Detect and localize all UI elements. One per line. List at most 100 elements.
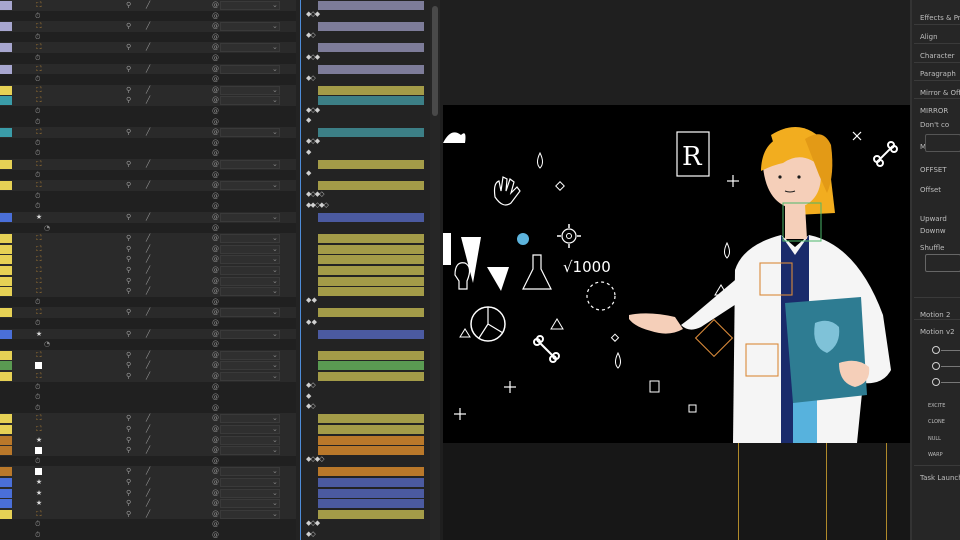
quality-switch-icon[interactable]: ╱ (146, 212, 150, 223)
pickwhip-icon[interactable]: @ (212, 32, 219, 43)
chevron-down-icon[interactable]: ⌄ (272, 350, 278, 361)
chevron-down-icon[interactable]: ⌄ (272, 42, 278, 53)
pickwhip-icon[interactable]: @ (212, 466, 219, 477)
stopwatch-icon[interactable]: ⏱ (35, 530, 40, 540)
composition-canvas[interactable]: √1000 R (443, 105, 910, 443)
quality-switch-icon[interactable]: ╱ (146, 424, 150, 435)
shy-switch-icon[interactable]: ⚲ (126, 445, 131, 456)
path-icon[interactable]: ◔ (44, 339, 50, 350)
chevron-down-icon[interactable]: ⌄ (272, 127, 278, 138)
quality-switch-icon[interactable]: ╱ (146, 350, 150, 361)
property-row[interactable]: ◔ @ (0, 339, 296, 350)
keyframe-markers[interactable]: ◆ (306, 148, 311, 156)
character-tab[interactable]: Character (920, 52, 955, 60)
chevron-down-icon[interactable]: ⌄ (272, 265, 278, 276)
keyframe-markers[interactable]: ◆◇◆◇ (306, 190, 325, 198)
stopwatch-icon[interactable]: ⏱ (35, 318, 40, 329)
label-color-swatch[interactable] (0, 85, 12, 95)
motion-v2-title[interactable]: Motion v2 (920, 328, 955, 336)
label-color-swatch[interactable] (0, 96, 12, 106)
quality-switch-icon[interactable]: ╱ (146, 95, 150, 106)
shy-switch-icon[interactable]: ⚲ (126, 0, 131, 11)
chevron-down-icon[interactable]: ⌄ (272, 64, 278, 75)
composition-viewer[interactable]: √1000 R (440, 0, 910, 540)
layer-row[interactable]: ⛶ ⚲ ╱ @ ⌄ (0, 424, 296, 435)
property-row[interactable]: ⏱ @ (0, 10, 296, 22)
pickwhip-icon[interactable]: @ (212, 265, 219, 276)
upward-radio-label[interactable]: Upward (920, 215, 947, 223)
shy-switch-icon[interactable]: ⚲ (126, 244, 131, 255)
layer-row[interactable]: ⛶ ⚲ ╱ @ ⌄ (0, 349, 296, 361)
keyframe-markers[interactable]: ◆◇ (306, 530, 316, 538)
pickwhip-icon[interactable]: @ (212, 127, 219, 138)
layer-duration-bar[interactable] (318, 160, 424, 169)
stopwatch-icon[interactable]: ⏱ (35, 456, 40, 467)
pickwhip-icon[interactable]: @ (212, 519, 219, 530)
chevron-down-icon[interactable]: ⌄ (272, 180, 278, 191)
pickwhip-icon[interactable]: @ (212, 85, 219, 96)
label-color-swatch[interactable] (0, 181, 12, 191)
pickwhip-icon[interactable]: @ (212, 339, 219, 350)
clone-button[interactable]: CLONE (928, 419, 945, 425)
quality-switch-icon[interactable]: ╱ (146, 159, 150, 170)
shy-switch-icon[interactable]: ⚲ (126, 127, 131, 138)
quality-switch-icon[interactable]: ╱ (146, 498, 150, 509)
shy-switch-icon[interactable]: ⚲ (126, 95, 131, 106)
chevron-down-icon[interactable]: ⌄ (272, 445, 278, 456)
layer-duration-bar[interactable] (318, 509, 424, 519)
label-color-swatch[interactable] (0, 488, 12, 498)
stopwatch-icon[interactable]: ⏱ (35, 382, 40, 393)
quality-switch-icon[interactable]: ╱ (146, 21, 150, 32)
quality-switch-icon[interactable]: ╱ (146, 233, 150, 244)
parent-dropdown[interactable] (220, 287, 280, 297)
property-row[interactable]: ◔ @ (0, 222, 296, 234)
pickwhip-icon[interactable]: @ (212, 498, 219, 509)
shy-switch-icon[interactable]: ⚲ (126, 488, 131, 499)
layer-duration-bar[interactable] (318, 350, 424, 360)
parent-dropdown[interactable] (220, 499, 280, 509)
pickwhip-icon[interactable]: @ (212, 350, 219, 361)
parent-dropdown[interactable] (220, 425, 280, 434)
chevron-down-icon[interactable]: ⌄ (272, 0, 278, 11)
layer-duration-bar[interactable] (318, 478, 424, 487)
pickwhip-icon[interactable]: @ (212, 286, 219, 297)
pickwhip-icon[interactable]: @ (212, 170, 219, 181)
mirror-section[interactable]: MIRROR (920, 107, 948, 115)
stopwatch-icon[interactable]: ⏱ (35, 74, 40, 85)
label-color-swatch[interactable] (0, 329, 12, 339)
pickwhip-icon[interactable]: @ (212, 477, 219, 488)
keyframe-markers[interactable]: ◆◇ (306, 402, 316, 410)
layer-row[interactable]: ⛶ ⚲ ╱ @ ⌄ (0, 159, 296, 170)
shy-switch-icon[interactable]: ⚲ (126, 307, 131, 318)
shy-switch-icon[interactable]: ⚲ (126, 64, 131, 75)
shy-switch-icon[interactable]: ⚲ (126, 265, 131, 276)
layer-duration-bar[interactable] (318, 435, 424, 445)
shy-switch-icon[interactable]: ⚲ (126, 180, 131, 191)
layer-duration-bar[interactable] (318, 414, 424, 424)
pickwhip-icon[interactable]: @ (212, 148, 219, 159)
stopwatch-icon[interactable]: ⏱ (35, 11, 40, 22)
shy-switch-icon[interactable]: ⚲ (126, 350, 131, 361)
layer-row[interactable]: ⚲ ╱ @ ⌄ (0, 445, 296, 456)
label-color-swatch[interactable] (0, 43, 12, 53)
chevron-down-icon[interactable]: ⌄ (272, 466, 278, 477)
quality-switch-icon[interactable]: ╱ (146, 265, 150, 276)
pickwhip-icon[interactable]: @ (212, 21, 219, 32)
pickwhip-icon[interactable]: @ (212, 435, 219, 446)
pickwhip-icon[interactable]: @ (212, 212, 219, 223)
quality-switch-icon[interactable]: ╱ (146, 466, 150, 477)
layer-duration-bar[interactable] (318, 96, 424, 106)
layer-duration-bar[interactable] (318, 287, 424, 297)
slider-handle[interactable] (932, 378, 940, 386)
task-launcher-tab[interactable]: Task Launch (920, 474, 960, 482)
parent-dropdown[interactable] (220, 467, 280, 477)
motion2-tab[interactable]: Motion 2 (920, 311, 950, 319)
label-color-swatch[interactable] (0, 213, 12, 222)
shy-switch-icon[interactable]: ⚲ (126, 212, 131, 223)
pickwhip-icon[interactable]: @ (212, 64, 219, 75)
shy-switch-icon[interactable]: ⚲ (126, 254, 131, 265)
layer-row[interactable]: ★ ⚲ ╱ @ ⌄ (0, 487, 296, 499)
quality-switch-icon[interactable]: ╱ (146, 435, 150, 446)
label-color-swatch[interactable] (0, 509, 12, 519)
label-color-swatch[interactable] (0, 414, 12, 424)
